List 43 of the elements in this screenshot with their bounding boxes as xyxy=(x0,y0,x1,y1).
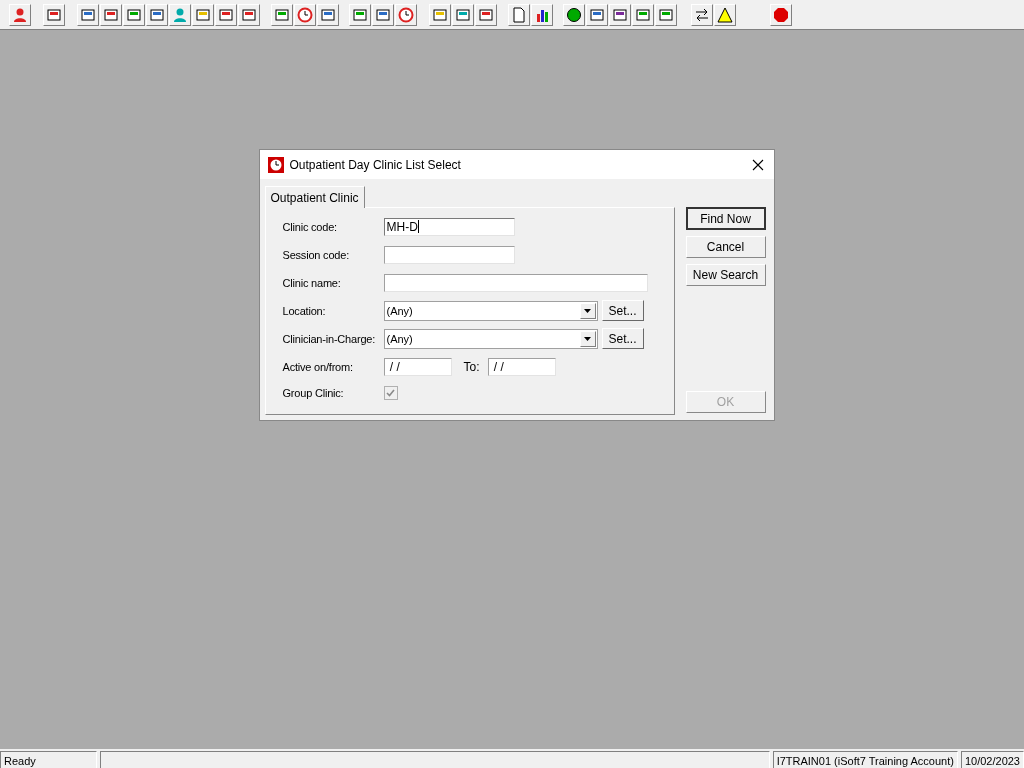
status-panel: Ready xyxy=(0,751,97,768)
date-field[interactable]: / / xyxy=(383,357,452,376)
dialog-button[interactable]: Cancel xyxy=(685,236,766,258)
tab[interactable]: Outpatient Clinic xyxy=(264,186,365,208)
status-panel: I7TRAIN01 (iSoft7 Training Account) xyxy=(772,751,958,768)
field-label: Group Clinic: xyxy=(282,386,345,399)
field-label: Clinic code: xyxy=(282,220,338,233)
toolbar-button[interactable] xyxy=(691,3,713,26)
dialog-button[interactable]: Find Now xyxy=(685,207,766,230)
warning-icon xyxy=(717,6,733,23)
dropdown-button[interactable] xyxy=(579,330,596,347)
arrows-icon xyxy=(694,6,710,23)
field-label: Clinician-in-Charge: xyxy=(282,332,377,345)
dialog-button[interactable]: New Search xyxy=(685,264,766,286)
toolbar-button[interactable] xyxy=(714,3,736,26)
field-label: Location: xyxy=(282,304,327,317)
dropdown-field[interactable]: (Any) xyxy=(383,300,598,321)
toolbar-button[interactable] xyxy=(609,3,631,26)
person-icon xyxy=(12,6,28,23)
set-button[interactable]: Set... xyxy=(601,328,644,349)
caret-icon xyxy=(584,308,591,313)
dropdown-button[interactable] xyxy=(579,302,596,319)
field-label: Active on/from: xyxy=(282,360,354,373)
set-button[interactable]: Set... xyxy=(601,300,644,321)
status-panel: 10/02/2023 xyxy=(960,751,1024,768)
exit-sign-icon xyxy=(773,6,789,23)
field-label: Session code: xyxy=(282,248,350,261)
text-field[interactable] xyxy=(383,273,648,292)
clock-icon xyxy=(398,6,414,23)
clock-icon xyxy=(267,156,284,173)
document-icon xyxy=(511,6,527,23)
window-title: Outpatient Day Clinic List Select xyxy=(289,157,462,172)
text-field[interactable] xyxy=(383,245,515,264)
person-icon xyxy=(172,6,188,23)
clock-icon xyxy=(297,6,313,23)
toolbar-button[interactable] xyxy=(563,3,585,26)
field-label: To: xyxy=(463,359,480,374)
field-label: Clinic name: xyxy=(282,276,342,289)
date-field[interactable]: / / xyxy=(487,357,556,376)
toolbar-button[interactable] xyxy=(531,3,553,26)
dropdown-field[interactable]: (Any) xyxy=(383,328,598,349)
text-field[interactable]: MH-D xyxy=(383,217,515,236)
caret-icon xyxy=(584,336,591,341)
